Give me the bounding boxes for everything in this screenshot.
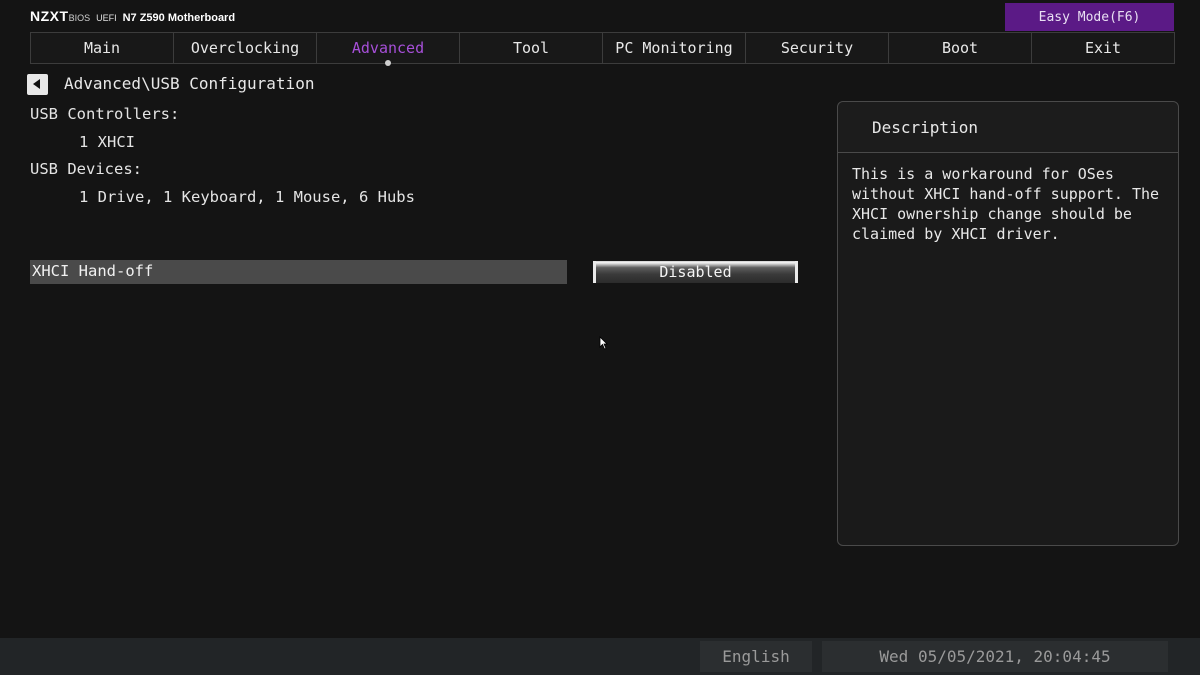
- tab-overclocking[interactable]: Overclocking: [174, 33, 317, 63]
- bios-label: BIOS: [68, 13, 91, 23]
- active-tab-indicator: [385, 60, 391, 66]
- back-arrow-icon: [33, 79, 40, 89]
- main-tab-bar: Main Overclocking Advanced Tool PC Monit…: [30, 32, 1175, 66]
- description-title: Description: [838, 102, 1178, 153]
- usb-controllers-value: 1 XHCI: [79, 133, 135, 151]
- setting-label: XHCI Hand-off: [32, 262, 154, 280]
- status-footer: English Wed 05/05/2021, 20:04:45: [0, 638, 1200, 675]
- usb-devices-value: 1 Drive, 1 Keyboard, 1 Mouse, 6 Hubs: [79, 188, 415, 206]
- brand-header: NZXT BIOS UEFI N7 Z590 Motherboard: [30, 8, 235, 26]
- tab-advanced-label: Advanced: [351, 39, 425, 57]
- tab-tool[interactable]: Tool: [460, 33, 603, 63]
- tab-advanced[interactable]: Advanced: [317, 33, 460, 66]
- motherboard-model: N7 Z590 Motherboard: [122, 12, 236, 24]
- usb-controllers-label: USB Controllers:: [30, 105, 180, 123]
- usb-devices-label: USB Devices:: [30, 160, 142, 178]
- nzxt-logo: NZXT: [30, 8, 69, 24]
- tab-boot[interactable]: Boot: [889, 33, 1032, 63]
- mouse-pointer-icon: [599, 336, 608, 350]
- datetime-display: Wed 05/05/2021, 20:04:45: [822, 641, 1168, 672]
- bios-screen: NZXT BIOS UEFI N7 Z590 Motherboard Easy …: [0, 0, 1200, 675]
- language-button[interactable]: English: [700, 641, 812, 672]
- xhci-hand-off-value-button[interactable]: Disabled: [593, 261, 798, 283]
- tab-security[interactable]: Security: [746, 33, 889, 63]
- back-button[interactable]: [27, 74, 48, 95]
- easy-mode-button[interactable]: Easy Mode(F6): [1005, 3, 1174, 31]
- tab-pc-monitoring[interactable]: PC Monitoring: [603, 33, 746, 63]
- description-panel: Description This is a workaround for OSe…: [837, 101, 1179, 546]
- uefi-label: UEFI: [96, 13, 117, 23]
- description-text: This is a workaround for OSes without XH…: [852, 165, 1160, 243]
- setting-row-xhci-hand-off[interactable]: XHCI Hand-off: [30, 260, 567, 284]
- tab-main[interactable]: Main: [31, 33, 174, 63]
- tab-exit[interactable]: Exit: [1032, 33, 1174, 63]
- breadcrumb: Advanced\USB Configuration: [64, 74, 315, 93]
